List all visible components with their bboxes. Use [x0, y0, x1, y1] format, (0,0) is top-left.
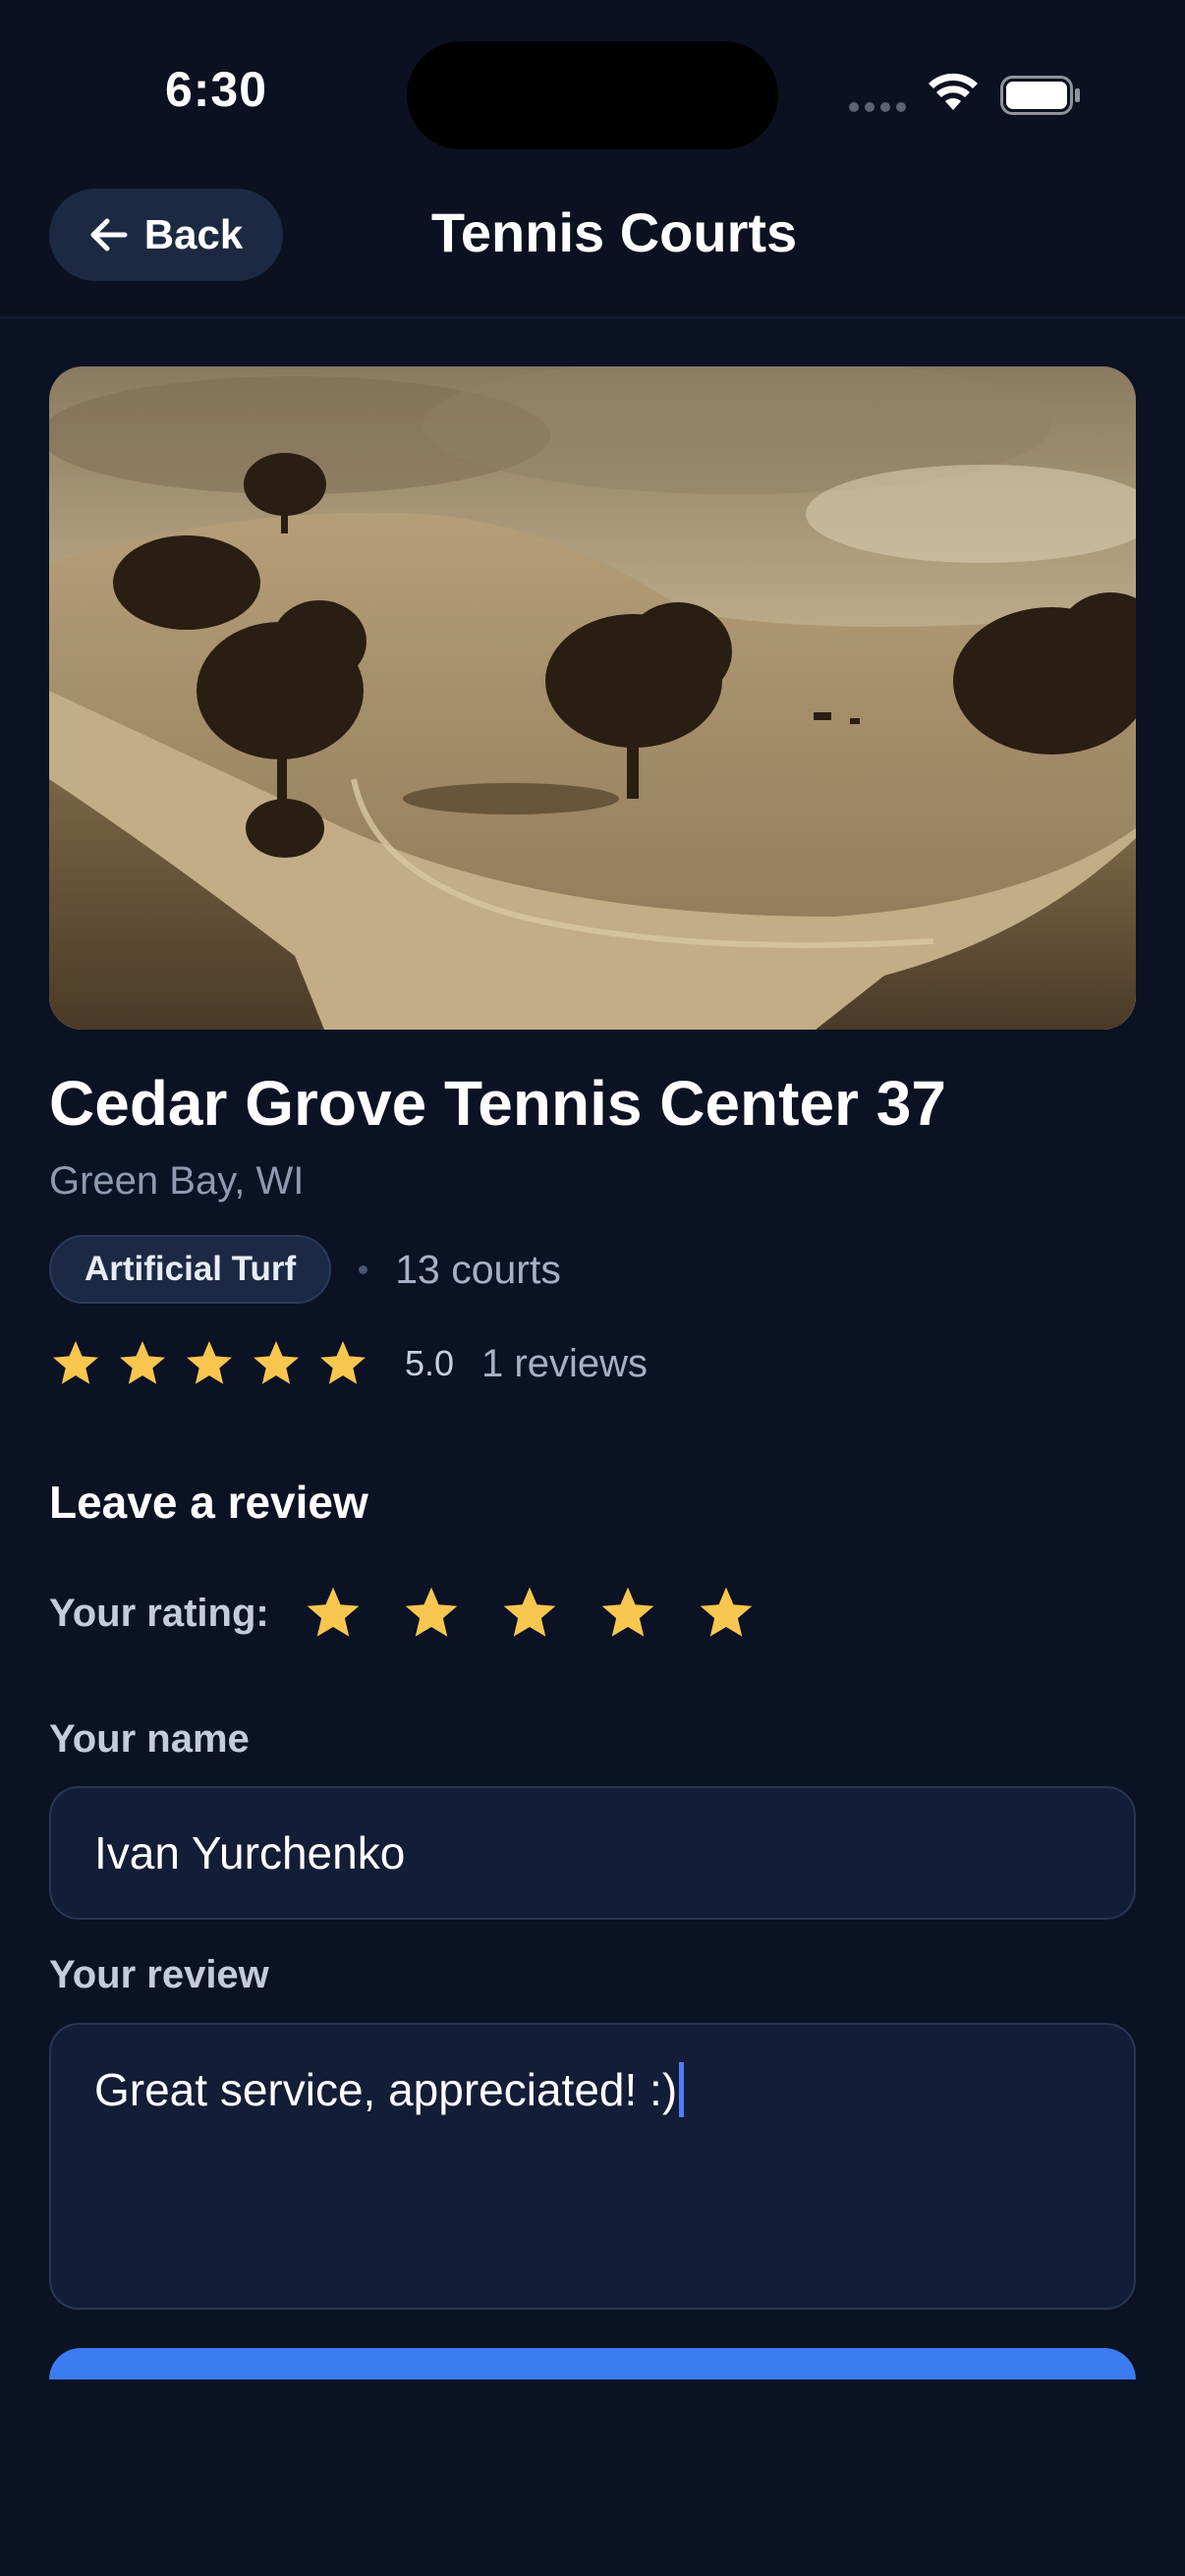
star-icon — [120, 1341, 165, 1384]
rating-selector — [303, 1583, 757, 1644]
review-value: Great service, appreciated! :) — [94, 2064, 678, 2115]
court-meta: Artificial Turf 13 courts — [49, 1234, 561, 1305]
name-value: Ivan Yurchenko — [94, 1827, 406, 1878]
name-input[interactable]: Ivan Yurchenko — [49, 1786, 1136, 1920]
status-bar: 6:30 — [0, 0, 1185, 167]
wifi-icon — [929, 73, 978, 110]
text-caret — [679, 2062, 685, 2117]
star-icon — [320, 1341, 366, 1384]
court-rating: 5.0 1 reviews — [49, 1334, 648, 1393]
status-time: 6:30 — [164, 62, 268, 117]
surface-badge: Artificial Turf — [49, 1235, 332, 1304]
bottom-area — [0, 2380, 1185, 2576]
page-title: Tennis Courts — [430, 201, 798, 263]
star-icon — [187, 1341, 232, 1384]
star-2-icon[interactable] — [401, 1583, 462, 1644]
cellular-signal-icon — [849, 102, 906, 112]
back-label: Back — [143, 211, 244, 257]
court-name: Cedar Grove Tennis Center 37 — [49, 1068, 946, 1139]
back-button[interactable]: Back — [49, 189, 283, 281]
your-rating-row: Your rating: — [49, 1584, 757, 1643]
arrow-left-icon — [90, 218, 128, 252]
court-location: Green Bay, WI — [49, 1159, 305, 1203]
battery-icon — [1000, 76, 1080, 115]
navigation-bar: Back Tennis Courts — [0, 167, 1185, 318]
star-icon — [53, 1341, 98, 1384]
court-count: 13 courts — [395, 1246, 561, 1292]
submit-review-button[interactable] — [49, 2348, 1136, 2380]
rating-stars — [49, 1337, 369, 1390]
review-textarea[interactable]: Great service, appreciated! :) — [49, 2023, 1136, 2310]
star-5-icon[interactable] — [696, 1583, 757, 1644]
separator-dot — [359, 1264, 368, 1274]
court-photo — [49, 366, 1136, 1030]
star-1-icon[interactable] — [303, 1583, 364, 1644]
your-rating-label: Your rating: — [49, 1591, 269, 1635]
star-4-icon[interactable] — [597, 1583, 658, 1644]
name-label: Your name — [49, 1717, 250, 1761]
star-icon — [254, 1341, 299, 1384]
leave-review-heading: Leave a review — [49, 1477, 368, 1528]
star-3-icon[interactable] — [499, 1583, 560, 1644]
dynamic-island — [407, 41, 778, 149]
review-count: 1 reviews — [481, 1341, 648, 1385]
rating-value: 5.0 — [405, 1343, 455, 1383]
review-label: Your review — [49, 1953, 269, 1996]
